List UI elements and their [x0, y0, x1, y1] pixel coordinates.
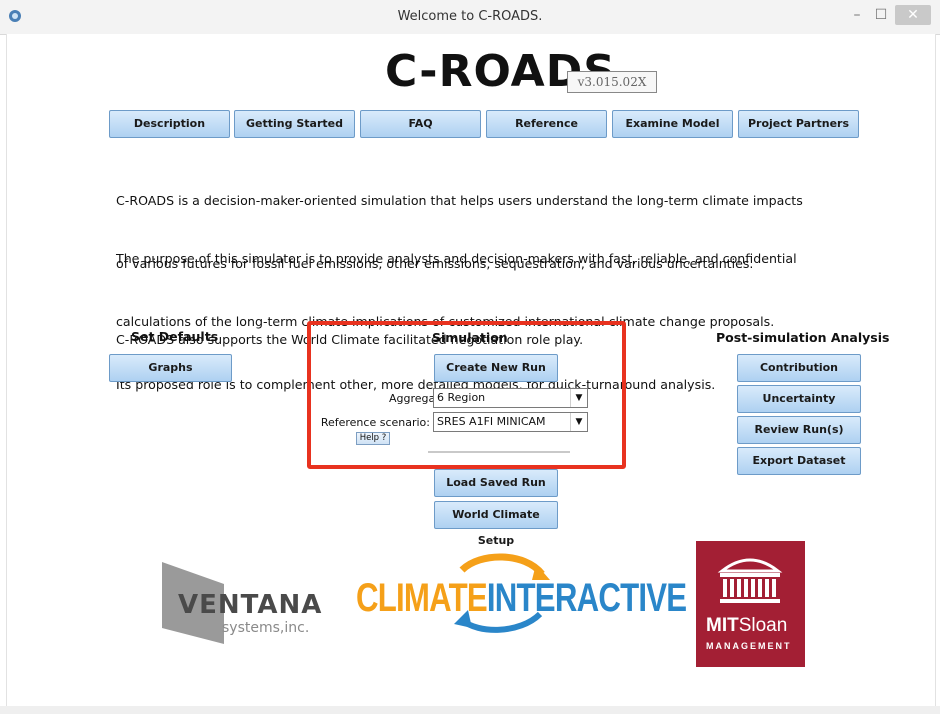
- window-title: Welcome to C-ROADS.: [397, 9, 543, 24]
- nav-examine-model-button[interactable]: Examine Model: [612, 110, 733, 138]
- mit-management-text: MANAGEMENT: [706, 641, 792, 651]
- graphs-button[interactable]: Graphs: [109, 354, 232, 382]
- intro-line: The purpose of this simulator is to prov…: [116, 251, 797, 266]
- mit-sloan-logo: MITSloan MANAGEMENT: [696, 541, 805, 667]
- version-badge: v3.015.02X: [567, 71, 657, 93]
- review-runs-button[interactable]: Review Run(s): [737, 416, 861, 444]
- nav-description-button[interactable]: Description: [109, 110, 230, 138]
- interactive-word: INTERACTIVE: [486, 576, 687, 620]
- ventana-sub: systems,inc.: [222, 620, 310, 636]
- nav-project-partners-button[interactable]: Project Partners: [738, 110, 859, 138]
- nav-getting-started-button[interactable]: Getting Started: [234, 110, 355, 138]
- world-climate-setup-button[interactable]: World Climate Setup: [434, 501, 558, 547]
- app-header: C-ROADS v3.015.02X: [0, 34, 940, 104]
- contribution-analysis-button[interactable]: Contribution Analysis: [737, 354, 861, 400]
- maximize-button[interactable]: ☐: [870, 5, 892, 25]
- climate-interactive-logo: CLIMATEINTERACTIVE: [350, 550, 687, 635]
- close-button[interactable]: ✕: [895, 5, 931, 25]
- climate-interactive-wordmark: CLIMATEINTERACTIVE: [356, 576, 687, 621]
- sloan-text: Sloan: [738, 615, 788, 636]
- window-bottom-border: [0, 706, 940, 714]
- highlight-box: [307, 321, 626, 469]
- load-saved-run-button[interactable]: Load Saved Run: [434, 469, 558, 497]
- set-defaults-heading: Set Defaults: [131, 329, 219, 344]
- minimize-button[interactable]: –: [846, 5, 868, 25]
- nav-faq-button[interactable]: FAQ: [360, 110, 481, 138]
- ventana-logo: VENTANA systems,inc.: [162, 560, 332, 650]
- mit-text: MIT: [706, 615, 739, 636]
- ventana-word: VENTANA: [178, 590, 323, 620]
- dome-columns-icon: [717, 558, 783, 603]
- window-titlebar: Welcome to C-ROADS. – ☐ ✕: [0, 0, 940, 35]
- climate-word: CLIMATE: [356, 576, 488, 620]
- uncertainty-analysis-button[interactable]: Uncertainty Analysis: [737, 385, 861, 431]
- export-dataset-button[interactable]: Export Dataset: [737, 447, 861, 475]
- nav-reference-button[interactable]: Reference: [486, 110, 607, 138]
- mit-sloan-wordmark: MITSloan: [706, 615, 787, 637]
- post-simulation-heading: Post-simulation Analysis: [716, 330, 890, 345]
